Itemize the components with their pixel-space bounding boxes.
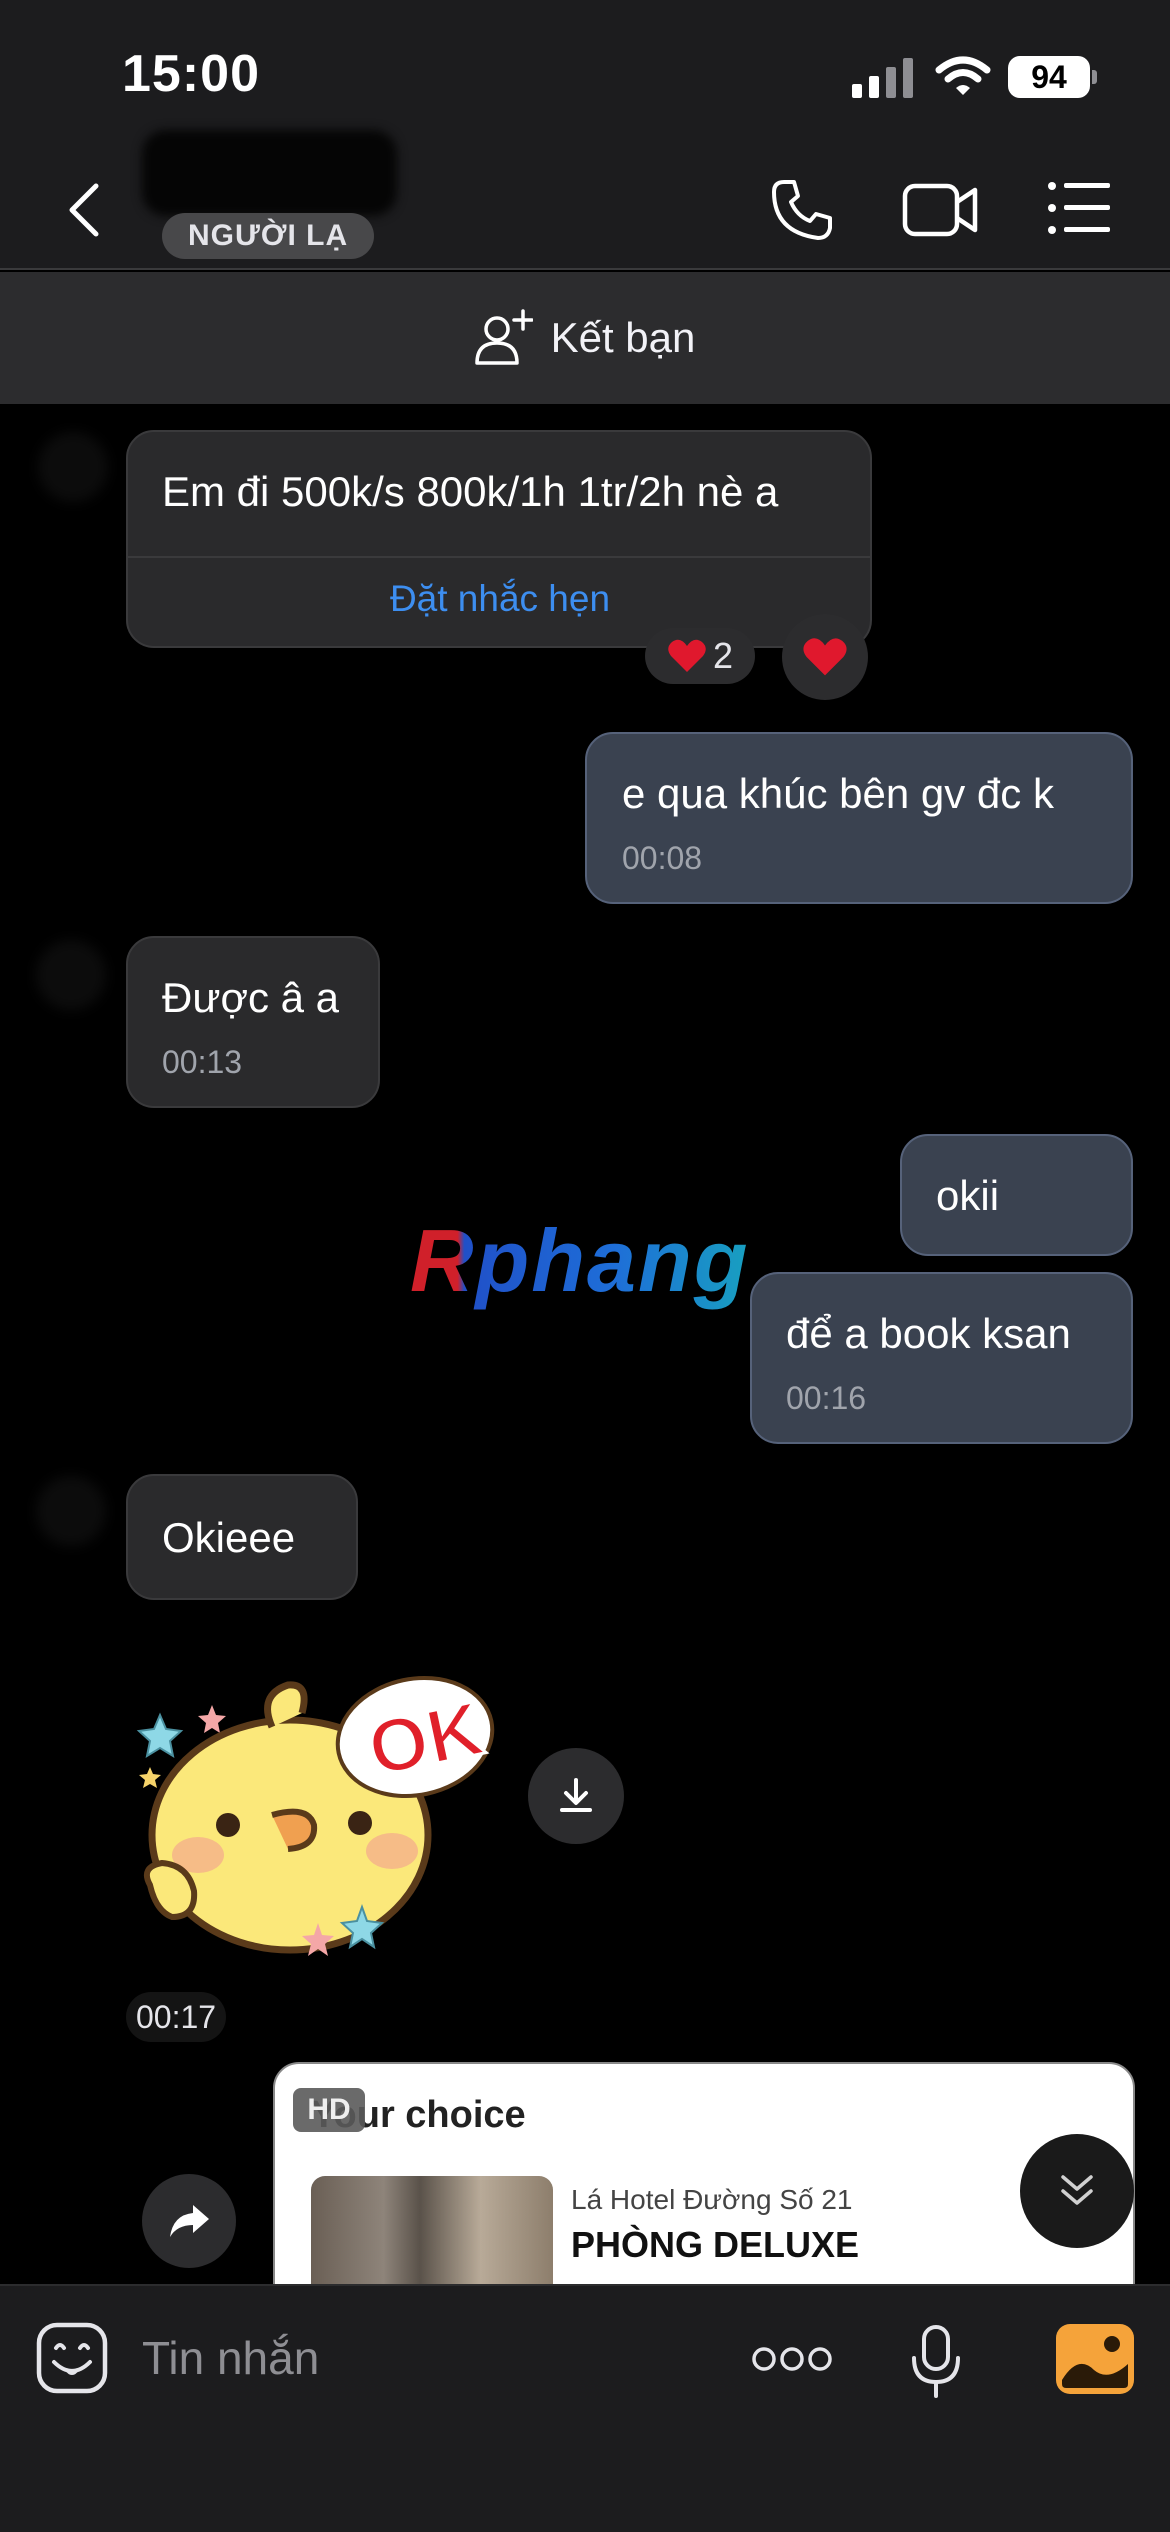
message-text: Okieee	[162, 1514, 296, 1561]
set-reminder-link[interactable]: Đặt nhắc hẹn	[128, 578, 872, 620]
share-button[interactable]	[142, 2174, 236, 2268]
call-icon[interactable]	[770, 178, 834, 242]
microphone-icon[interactable]	[908, 2324, 964, 2400]
message-time: 00:13	[162, 1044, 243, 1080]
emoji-icon[interactable]	[36, 2322, 108, 2394]
message-text: okii	[936, 1172, 1000, 1219]
message-input[interactable]	[142, 2326, 702, 2390]
cellular-signal-icon	[852, 58, 913, 98]
add-friend-button[interactable]: Kết bạn	[0, 272, 1170, 404]
add-friend-label: Kết bạn	[550, 314, 696, 361]
message-text: để a book ksan	[786, 1310, 1071, 1357]
reaction-summary[interactable]: 2	[645, 628, 755, 684]
contact-name-redacted[interactable]	[142, 130, 397, 216]
message-time: 00:17	[126, 1992, 227, 2042]
stranger-badge: NGƯỜI LẠ	[162, 213, 375, 259]
react-button[interactable]	[782, 614, 868, 700]
menu-icon[interactable]	[1048, 180, 1110, 236]
avatar[interactable]	[38, 432, 108, 502]
message-bubble-outgoing[interactable]	[750, 1272, 1133, 1444]
message-text: Được â a	[162, 974, 340, 1021]
wifi-icon	[935, 56, 991, 95]
reaction-count: 2	[712, 635, 734, 676]
message-time: 00:08	[622, 840, 703, 876]
video-call-icon[interactable]	[902, 180, 978, 240]
avatar[interactable]	[36, 1476, 106, 1546]
heart-icon	[668, 639, 706, 672]
add-friend-icon	[474, 309, 533, 365]
status-bar: 15:00 94	[0, 0, 1170, 140]
status-time: 15:00	[122, 45, 260, 103]
battery-indicator: 94	[1008, 56, 1090, 98]
download-icon	[560, 1778, 592, 1812]
chevron-double-down-icon	[1061, 2175, 1093, 2205]
ok-sticker[interactable]: OK	[130, 1655, 500, 1965]
message-bubble-outgoing[interactable]	[900, 1134, 1133, 1256]
message-text: e qua khúc bên gv đc k	[622, 770, 1054, 817]
share-icon	[170, 2205, 209, 2237]
message-composer	[0, 2284, 1170, 2532]
hd-badge: HD	[293, 2088, 365, 2132]
message-bubble-outgoing[interactable]	[585, 732, 1133, 904]
battery-tip	[1092, 70, 1097, 84]
message-bubble-incoming[interactable]	[126, 936, 380, 1108]
back-icon[interactable]	[62, 180, 108, 240]
room-type: PHÒNG DELUXE	[571, 2224, 860, 2265]
gallery-icon[interactable]	[1056, 2324, 1134, 2394]
download-button[interactable]	[528, 1748, 624, 1844]
hotel-name: Lá Hotel Đường Số 21	[571, 2184, 853, 2215]
avatar[interactable]	[36, 940, 106, 1010]
divider	[128, 556, 872, 558]
scroll-to-bottom-button[interactable]	[1020, 2134, 1134, 2248]
watermark: Rphang	[410, 1211, 750, 1310]
message-text: Em đi 500k/s 800k/1h 1tr/2h nè a	[162, 468, 779, 515]
more-icon[interactable]	[752, 2342, 832, 2376]
message-time: 00:16	[786, 1380, 867, 1416]
heart-icon	[803, 638, 847, 676]
